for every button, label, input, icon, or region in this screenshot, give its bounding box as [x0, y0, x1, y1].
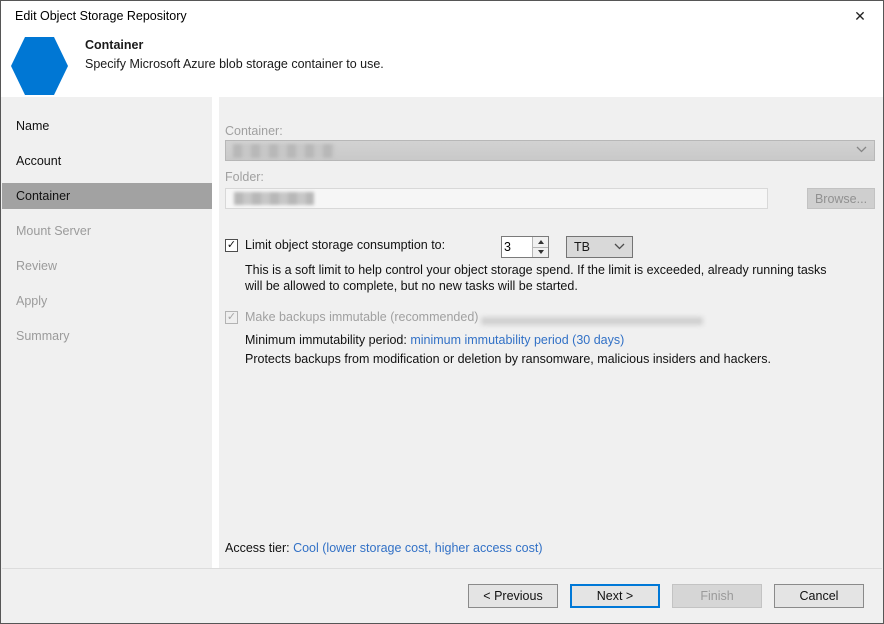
wizard-steps-sidebar: Name Account Container Mount Server Revi… [2, 97, 212, 568]
azure-hexagon-icon [11, 37, 68, 95]
next-button[interactable]: Next > [570, 584, 660, 608]
folder-field-label: Folder: [225, 170, 264, 184]
limit-value-input[interactable] [502, 237, 532, 257]
make-backups-immutable-label: Make backups immutable (recommended) [245, 310, 478, 324]
container-value-redacted [233, 144, 335, 158]
browse-button[interactable]: Browse... [807, 188, 875, 209]
spin-up-button[interactable] [533, 237, 548, 247]
folder-input[interactable] [225, 188, 768, 209]
cancel-button-label: Cancel [800, 589, 839, 603]
checkbox-checked-icon: ✓ [227, 312, 236, 323]
previous-button-label: < Previous [483, 589, 542, 603]
finish-button-label: Finish [700, 589, 733, 603]
sidebar-item-review[interactable]: Review [2, 253, 212, 279]
sidebar-item-name[interactable]: Name [2, 113, 212, 139]
container-dropdown[interactable] [225, 140, 875, 161]
cancel-button[interactable]: Cancel [774, 584, 864, 608]
limit-unit-value: TB [574, 240, 590, 254]
container-field-label: Container: [225, 124, 283, 138]
limit-consumption-label: Limit object storage consumption to: [245, 238, 445, 252]
make-backups-immutable-checkbox[interactable]: ✓ [225, 311, 238, 324]
immutability-period-label: Minimum immutability period: [245, 333, 410, 347]
sidebar-item-label: Review [16, 259, 57, 273]
sidebar-item-apply[interactable]: Apply [2, 288, 212, 314]
access-tier-link[interactable]: Cool (lower storage cost, higher access … [293, 541, 542, 555]
wizard-footer: < Previous Next > Finish Cancel [2, 568, 882, 622]
immutability-description: Protects backups from modification or de… [245, 352, 771, 366]
immutability-period-link[interactable]: minimum immutability period (30 days) [410, 333, 624, 347]
sidebar-item-label: Account [16, 154, 61, 168]
window-title: Edit Object Storage Repository [15, 9, 187, 23]
limit-unit-dropdown[interactable]: TB [566, 236, 633, 258]
sidebar-item-mount-server[interactable]: Mount Server [2, 218, 212, 244]
wizard-header: Edit Object Storage Repository ✕ Contain… [1, 1, 883, 97]
close-button[interactable]: ✕ [847, 5, 873, 27]
finish-button[interactable]: Finish [672, 584, 762, 608]
wizard-content: Container: Folder: Browse... ✓ Limit obj… [219, 97, 884, 568]
close-icon: ✕ [854, 8, 866, 25]
sidebar-item-label: Name [16, 119, 49, 133]
access-tier-line: Access tier: Cool (lower storage cost, h… [225, 541, 543, 555]
step-subtitle: Specify Microsoft Azure blob storage con… [85, 57, 384, 71]
redaction-smudge [481, 317, 703, 325]
spin-down-button[interactable] [533, 247, 548, 258]
edit-object-storage-repository-dialog: Edit Object Storage Repository ✕ Contain… [0, 0, 884, 624]
sidebar-item-label: Apply [16, 294, 47, 308]
chevron-down-icon [614, 243, 625, 250]
next-button-label: Next > [597, 589, 633, 603]
spin-down-icon [538, 250, 544, 254]
sidebar-item-container[interactable]: Container [2, 183, 212, 209]
limit-consumption-checkbox[interactable]: ✓ [225, 239, 238, 252]
previous-button[interactable]: < Previous [468, 584, 558, 608]
immutability-period-line: Minimum immutability period: minimum imm… [245, 333, 624, 347]
limit-value-spinner [501, 236, 549, 258]
access-tier-label: Access tier: [225, 541, 293, 555]
sidebar-item-label: Container [16, 189, 70, 203]
spin-up-icon [538, 240, 544, 244]
limit-description: This is a soft limit to help control you… [245, 262, 845, 294]
browse-button-label: Browse... [815, 192, 867, 206]
sidebar-content-divider [212, 97, 219, 568]
sidebar-item-label: Summary [16, 329, 69, 343]
sidebar-item-summary[interactable]: Summary [2, 323, 212, 349]
checkbox-checked-icon: ✓ [227, 240, 236, 251]
spinner-buttons [532, 237, 548, 257]
chevron-down-icon [856, 146, 867, 153]
folder-value-redacted [234, 192, 314, 205]
sidebar-item-label: Mount Server [16, 224, 91, 238]
step-title: Container [85, 38, 143, 52]
sidebar-item-account[interactable]: Account [2, 148, 212, 174]
